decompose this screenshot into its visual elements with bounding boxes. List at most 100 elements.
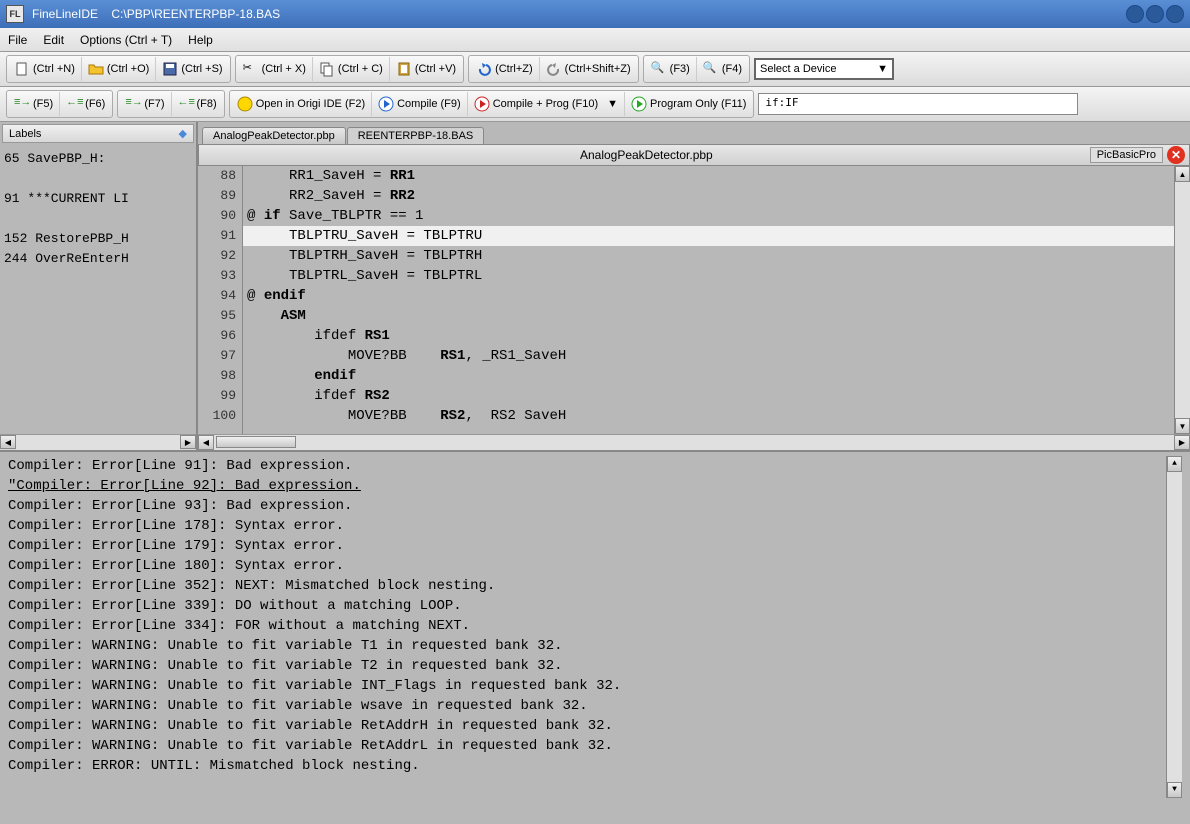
output-line[interactable]: Compiler: WARNING: Unable to fit variabl…: [8, 676, 1166, 696]
minimize-button[interactable]: [1126, 5, 1144, 23]
device-select[interactable]: Select a Device▼: [754, 58, 894, 80]
code-line[interactable]: TBLPTRL_SaveH = TBLPTRL: [243, 266, 1174, 286]
code-line[interactable]: MOVE?BB RS1, _RS1_SaveH: [243, 346, 1174, 366]
if-input[interactable]: if:IF: [758, 93, 1078, 115]
output-text[interactable]: Compiler: Error[Line 91]: Bad expression…: [8, 456, 1166, 798]
new-button[interactable]: (Ctrl +N): [8, 57, 82, 81]
f6-button[interactable]: ←≡(F6): [60, 92, 111, 116]
redo-button[interactable]: (Ctrl+Shift+Z): [540, 57, 637, 81]
output-line[interactable]: Compiler: Error[Line 339]: DO without a …: [8, 596, 1166, 616]
output-line[interactable]: Compiler: WARNING: Unable to fit variabl…: [8, 656, 1166, 676]
scroll-right-icon[interactable]: ▶: [1174, 435, 1190, 450]
menu-file[interactable]: File: [8, 33, 27, 47]
output-line[interactable]: Compiler: ERROR: UNTIL: Mismatched block…: [8, 756, 1166, 776]
sidebar-label-line[interactable]: 65 SavePBP_H:: [4, 149, 192, 169]
code-line[interactable]: TBLPTRU_SaveH = TBLPTRU: [243, 226, 1174, 246]
code-line[interactable]: MOVE?BB RS2, RS2 SaveH: [243, 406, 1174, 426]
sidebar-labels-dropdown[interactable]: Labels ◆: [2, 124, 194, 143]
output-line[interactable]: Compiler: WARNING: Unable to fit variabl…: [8, 636, 1166, 656]
toolbar-row-2: ≡→(F5) ←≡(F6) ≡→(F7) ←≡(F8) Open in Orig…: [0, 87, 1190, 122]
dropdown-icon[interactable]: ▼: [607, 98, 618, 110]
f7-button[interactable]: ≡→(F7): [119, 92, 171, 116]
tabs-row: AnalogPeakDetector.pbpREENTERPBP-18.BAS: [198, 122, 1190, 144]
sidebar-label-line[interactable]: 152 RestorePBP_H: [4, 229, 192, 249]
sidebar-hscroll[interactable]: ◀ ▶: [0, 434, 196, 450]
sidebar-label-line[interactable]: [4, 209, 192, 229]
maximize-button[interactable]: [1146, 5, 1164, 23]
close-tab-button[interactable]: ✕: [1167, 146, 1185, 164]
menu-edit[interactable]: Edit: [43, 33, 64, 47]
scroll-left-icon[interactable]: ◀: [0, 435, 16, 449]
outdent-icon: ←≡: [66, 96, 82, 112]
menu-help[interactable]: Help: [188, 33, 213, 47]
output-line[interactable]: Compiler: WARNING: Unable to fit variabl…: [8, 716, 1166, 736]
editor-filename: AnalogPeakDetector.pbp: [203, 148, 1090, 162]
output-line[interactable]: Compiler: Error[Line 91]: Bad expression…: [8, 456, 1166, 476]
tab[interactable]: AnalogPeakDetector.pbp: [202, 127, 346, 144]
code-line[interactable]: endif: [243, 366, 1174, 386]
output-line[interactable]: "Compiler: Error[Line 92]: Bad expressio…: [8, 476, 1166, 496]
toolbar-row-1: (Ctrl +N) (Ctrl +O) (Ctrl +S) ✂(Ctrl + X…: [0, 52, 1190, 87]
window-title: FineLineIDE C:\PBP\REENTERPBP-18.BAS: [32, 7, 1126, 21]
code-line[interactable]: @ if Save_TBLPTR == 1: [243, 206, 1174, 226]
output-line[interactable]: Compiler: Error[Line 93]: Bad expression…: [8, 496, 1166, 516]
program-only-button[interactable]: Program Only (F11): [625, 92, 752, 116]
sidebar-label-line[interactable]: [4, 169, 192, 189]
code-line[interactable]: ifdef RS2: [243, 386, 1174, 406]
code-editor[interactable]: RR1_SaveH = RR1 RR2_SaveH = RR2@ if Save…: [243, 166, 1174, 434]
f8-button[interactable]: ←≡(F8): [172, 92, 223, 116]
menu-options[interactable]: Options (Ctrl + T): [80, 33, 172, 47]
save-button[interactable]: (Ctrl +S): [156, 57, 228, 81]
code-line[interactable]: RR2_SaveH = RR2: [243, 186, 1174, 206]
scroll-left-icon[interactable]: ◀: [198, 435, 214, 450]
tab[interactable]: REENTERPBP-18.BAS: [347, 127, 485, 144]
scroll-right-icon[interactable]: ▶: [180, 435, 196, 449]
f5-button[interactable]: ≡→(F5): [8, 92, 60, 116]
sidebar-label-line[interactable]: 91 ***CURRENT LI: [4, 189, 192, 209]
lang-selector[interactable]: PicBasicPro: [1090, 147, 1163, 163]
output-line[interactable]: Compiler: WARNING: Unable to fit variabl…: [8, 696, 1166, 716]
play-blue-icon: [378, 96, 394, 112]
copy-button[interactable]: (Ctrl + C): [313, 57, 390, 81]
output-line[interactable]: Compiler: Error[Line 179]: Syntax error.: [8, 536, 1166, 556]
code-line[interactable]: RR1_SaveH = RR1: [243, 166, 1174, 186]
find-button[interactable]: 🔍(F3): [645, 57, 697, 81]
output-line[interactable]: Compiler: Error[Line 180]: Syntax error.: [8, 556, 1166, 576]
editor-vscroll[interactable]: ▲ ▼: [1174, 166, 1190, 434]
undo-button[interactable]: (Ctrl+Z): [470, 57, 540, 81]
save-icon: [162, 61, 178, 77]
output-line[interactable]: Compiler: Error[Line 334]: FOR without a…: [8, 616, 1166, 636]
output-vscroll[interactable]: ▲ ▼: [1166, 456, 1182, 798]
output-line[interactable]: Compiler: Error[Line 352]: NEXT: Mismatc…: [8, 576, 1166, 596]
scroll-up-icon[interactable]: ▲: [1167, 456, 1182, 472]
output-line[interactable]: Compiler: Error[Line 178]: Syntax error.: [8, 516, 1166, 536]
code-line[interactable]: ASM: [243, 306, 1174, 326]
open-origi-ide-button[interactable]: Open in Origi IDE (F2): [231, 92, 372, 116]
output-line[interactable]: Compiler: WARNING: Unable to fit variabl…: [8, 736, 1166, 756]
paste-button[interactable]: (Ctrl +V): [390, 57, 462, 81]
sidebar-content[interactable]: 65 SavePBP_H: 91 ***CURRENT LI 152 Resto…: [0, 145, 196, 434]
redo-icon: [546, 61, 562, 77]
copy-icon: [319, 61, 335, 77]
output-panel: Compiler: Error[Line 91]: Bad expression…: [0, 452, 1190, 802]
menubar: File Edit Options (Ctrl + T) Help: [0, 28, 1190, 52]
code-line[interactable]: ifdef RS1: [243, 326, 1174, 346]
editor-hscroll[interactable]: ◀ ▶: [198, 434, 1190, 450]
scroll-up-icon[interactable]: ▲: [1175, 166, 1190, 182]
scissors-icon: ✂: [243, 61, 259, 77]
editor-area: AnalogPeakDetector.pbpREENTERPBP-18.BAS …: [198, 122, 1190, 450]
code-line[interactable]: TBLPTRH_SaveH = TBLPTRH: [243, 246, 1174, 266]
scroll-down-icon[interactable]: ▼: [1167, 782, 1182, 798]
close-button[interactable]: [1166, 5, 1184, 23]
open-button[interactable]: (Ctrl +O): [82, 57, 156, 81]
code-line[interactable]: @ endif: [243, 286, 1174, 306]
find-next-button[interactable]: 🔍(F4): [697, 57, 748, 81]
compile-prog-button[interactable]: Compile + Prog (F10)▼: [468, 92, 625, 116]
scroll-down-icon[interactable]: ▼: [1175, 418, 1190, 434]
indent-icon: ≡→: [14, 96, 30, 112]
cut-button[interactable]: ✂(Ctrl + X): [237, 57, 313, 81]
sidebar-label-line[interactable]: 244 OverReEnterH: [4, 249, 192, 269]
compile-button[interactable]: Compile (F9): [372, 92, 468, 116]
scroll-thumb[interactable]: [216, 436, 296, 448]
sidebar: Labels ◆ 65 SavePBP_H: 91 ***CURRENT LI …: [0, 122, 198, 450]
